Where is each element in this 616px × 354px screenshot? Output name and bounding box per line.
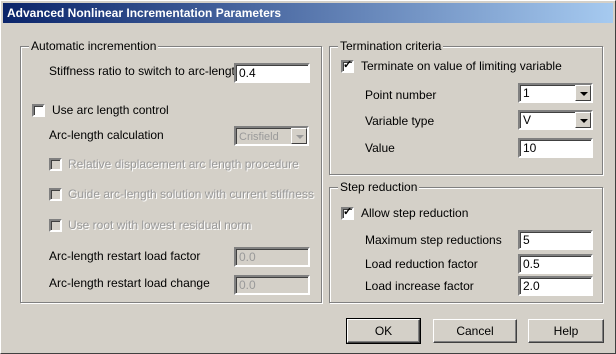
value-label: Value <box>365 141 395 155</box>
load-reduction-factor-input[interactable]: 0.5 <box>518 254 593 274</box>
check-icon: ✓ <box>343 206 353 218</box>
terminate-label[interactable]: Terminate on value of limiting variable <box>361 59 562 73</box>
chevron-down-icon <box>291 128 307 144</box>
point-number-label: Point number <box>365 88 437 102</box>
termination-criteria-legend: Termination criteria <box>338 39 444 53</box>
stiffness-ratio-label: Stiffness ratio to switch to arc-length <box>49 64 242 78</box>
maximum-step-reductions-label: Maximum step reductions <box>365 233 502 247</box>
stiffness-ratio-input[interactable]: 0.4 <box>234 63 310 83</box>
restart-load-change-label: Arc-length restart load change <box>49 276 210 290</box>
chevron-down-icon[interactable] <box>575 112 591 128</box>
use-root-label: Use root with lowest residual norm <box>68 218 252 232</box>
terminate-checkbox[interactable]: ✓ <box>341 59 354 73</box>
dialog-window: Advanced Nonlinear Incrementation Parame… <box>0 0 616 354</box>
arc-length-calculation-value: Crisfield <box>239 131 279 143</box>
check-icon: ✓ <box>343 59 353 71</box>
use-arc-length-checkbox[interactable] <box>32 104 45 117</box>
variable-type-select[interactable]: V <box>518 110 593 130</box>
step-reduction-legend: Step reduction <box>338 180 420 194</box>
load-increase-factor-label: Load increase factor <box>365 279 474 293</box>
arc-length-calculation-select: Crisfield <box>234 126 309 146</box>
termination-criteria-group: Termination criteria ✓ Terminate on valu… <box>329 39 603 175</box>
variable-type-value: V <box>523 113 532 127</box>
restart-load-factor-input: 0.0 <box>234 247 310 267</box>
allow-step-reduction-checkbox[interactable]: ✓ <box>341 206 354 220</box>
point-number-value: 1 <box>523 86 530 100</box>
load-increase-factor-input[interactable]: 2.0 <box>518 276 593 296</box>
point-number-select[interactable]: 1 <box>518 83 593 103</box>
ok-button[interactable]: OK <box>346 318 421 344</box>
help-button[interactable]: Help <box>528 319 604 343</box>
variable-type-label: Variable type <box>365 114 435 128</box>
automatic-incremention-group: Automatic incremention Stiffness ratio t… <box>20 39 322 303</box>
title-bar[interactable]: Advanced Nonlinear Incrementation Parame… <box>3 3 613 23</box>
relative-displacement-checkbox <box>49 158 62 171</box>
chevron-down-icon[interactable] <box>575 85 591 101</box>
load-reduction-factor-label: Load reduction factor <box>365 257 478 271</box>
automatic-incremention-legend: Automatic incremention <box>29 39 159 53</box>
restart-load-factor-label: Arc-length restart load factor <box>49 249 201 263</box>
relative-displacement-label: Relative displacement arc length procedu… <box>68 157 299 171</box>
arc-length-calculation-label: Arc-length calculation <box>49 128 164 142</box>
cancel-button[interactable]: Cancel <box>433 319 517 343</box>
maximum-step-reductions-input[interactable]: 5 <box>518 230 593 250</box>
guide-arc-length-label: Guide arc-length solution with current s… <box>68 187 314 201</box>
restart-load-change-input: 0.0 <box>234 275 310 295</box>
guide-arc-length-checkbox <box>49 188 62 201</box>
value-input[interactable]: 10 <box>518 138 593 158</box>
use-root-checkbox <box>49 219 62 232</box>
allow-step-reduction-label[interactable]: Allow step reduction <box>361 206 468 220</box>
use-arc-length-label[interactable]: Use arc length control <box>52 103 169 117</box>
step-reduction-group: Step reduction ✓ Allow step reduction Ma… <box>329 180 603 303</box>
